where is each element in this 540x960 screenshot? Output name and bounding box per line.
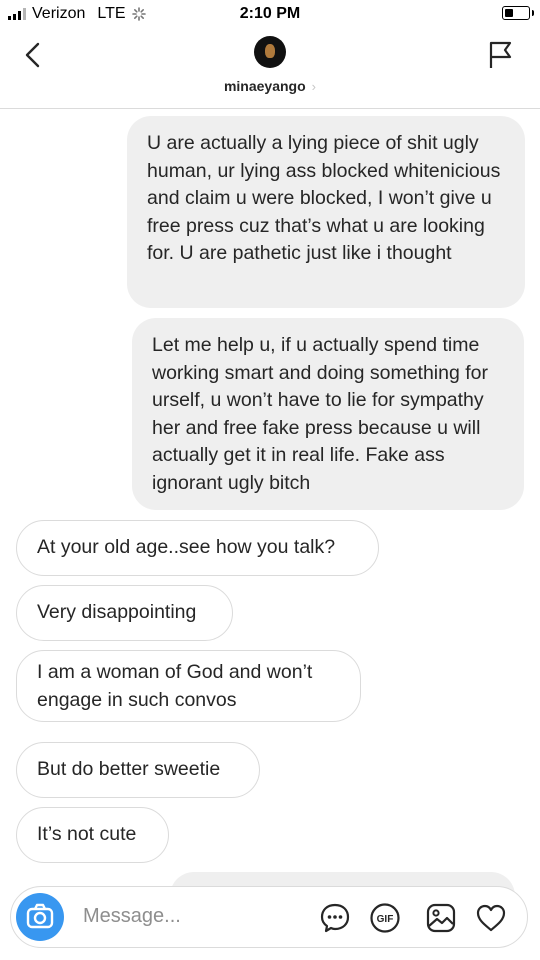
chevron-right-icon: ›	[311, 79, 317, 94]
clock: 2:10 PM	[239, 5, 301, 22]
chat-header: minaeyango ›	[0, 28, 540, 109]
heart-icon[interactable]	[475, 902, 507, 934]
status-bar: Verizon LTE 2:10 PM	[0, 0, 540, 28]
camera-button[interactable]	[16, 893, 64, 941]
gif-label: GIF	[377, 914, 394, 925]
gif-icon[interactable]: GIF	[369, 902, 401, 934]
message-outgoing[interactable]: Let me help u, if u actually spend time …	[132, 318, 524, 510]
message-incoming[interactable]: I am a woman of God and won’t engage in …	[16, 650, 361, 722]
battery-icon	[502, 6, 534, 20]
camera-icon	[26, 903, 54, 929]
avatar[interactable]	[254, 36, 286, 68]
image-icon[interactable]	[425, 902, 457, 934]
chevron-left-icon[interactable]	[18, 38, 52, 72]
chat-username[interactable]: minaeyango ›	[0, 78, 540, 94]
message-composer: Message... GIF	[10, 886, 528, 948]
username-label: minaeyango	[223, 78, 306, 94]
flag-icon[interactable]	[486, 40, 514, 70]
message-incoming[interactable]: But do better sweetie	[16, 742, 260, 798]
message-incoming[interactable]: Very disappointing	[16, 585, 233, 641]
message-incoming[interactable]: At your old age..see how you talk?	[16, 520, 379, 576]
message-outgoing[interactable]: U are actually a lying piece of shit ugl…	[127, 116, 525, 308]
chat-bubble-icon[interactable]	[319, 902, 351, 934]
message-input[interactable]: Message...	[83, 905, 181, 928]
message-incoming[interactable]: It’s not cute	[16, 807, 169, 863]
